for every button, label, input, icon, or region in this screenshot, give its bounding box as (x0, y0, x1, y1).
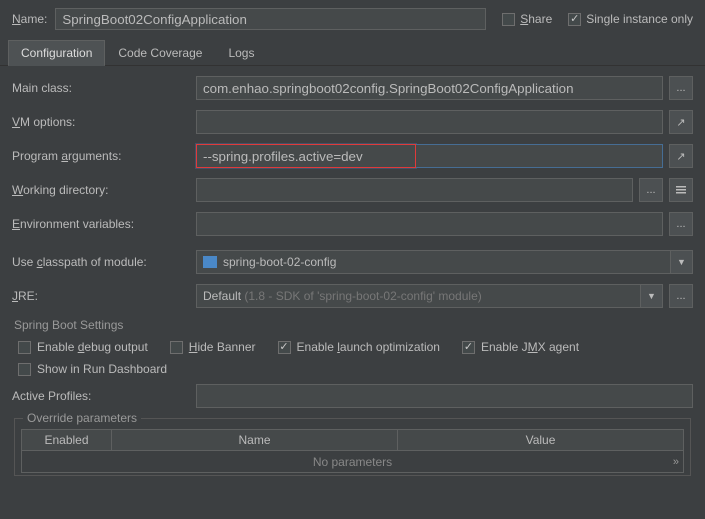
env-vars-browse-button[interactable]: ... (669, 212, 693, 236)
jre-row: JRE: Default (1.8 - SDK of 'spring-boot-… (12, 284, 693, 308)
header-row: Name: Share Single instance only (0, 0, 705, 40)
classpath-label: Use classpath of module: (12, 255, 190, 269)
working-dir-row: Working directory: ... (12, 178, 693, 202)
vm-options-row: VM options: ↗ (12, 110, 693, 134)
working-dir-list-button[interactable] (669, 178, 693, 202)
jre-dropdown[interactable]: Default (1.8 - SDK of 'spring-boot-02-co… (196, 284, 663, 308)
active-profiles-label: Active Profiles: (12, 389, 190, 403)
single-instance-label: Single instance only (586, 12, 693, 26)
dashboard-checkbox-item[interactable]: Show in Run Dashboard (18, 362, 167, 376)
launch-opt-checkbox[interactable] (278, 341, 291, 354)
classpath-row: Use classpath of module: spring-boot-02-… (12, 250, 693, 274)
program-args-expand-button[interactable]: ↗ (669, 144, 693, 168)
main-class-input[interactable] (196, 76, 663, 100)
enable-debug-checkbox-item[interactable]: Enable debug output (18, 340, 148, 354)
no-parameters-text: No parameters (313, 455, 392, 469)
name-label: Name: (12, 12, 47, 26)
share-label: Share (520, 12, 552, 26)
jre-browse-button[interactable]: ... (669, 284, 693, 308)
tab-code-coverage[interactable]: Code Coverage (105, 40, 215, 65)
name-input[interactable] (55, 8, 486, 30)
tab-bar: Configuration Code Coverage Logs (0, 40, 705, 66)
jre-value-prefix: Default (203, 289, 241, 303)
spring-checkbox-row-2: Show in Run Dashboard (12, 362, 693, 376)
vm-options-input[interactable] (196, 110, 663, 134)
env-vars-label: Environment variables: (12, 217, 190, 231)
col-value[interactable]: Value (398, 430, 683, 450)
classpath-value: spring-boot-02-config (223, 255, 336, 269)
module-icon (203, 256, 217, 268)
share-checkbox-group[interactable]: Share (502, 12, 552, 26)
jmx-checkbox-item[interactable]: Enable JMX agent (462, 340, 579, 354)
jre-value-suffix: (1.8 - SDK of 'spring-boot-02-config' mo… (244, 289, 481, 303)
classpath-dropdown[interactable]: spring-boot-02-config ▼ (196, 250, 693, 274)
override-parameters-box: Override parameters Enabled Name Value N… (14, 418, 691, 476)
program-args-label: Program arguments: (12, 149, 190, 163)
main-class-row: Main class: ... (12, 76, 693, 100)
chevron-down-icon: ▼ (670, 251, 692, 273)
jre-label: JRE: (12, 289, 190, 303)
env-vars-row: Environment variables: ... (12, 212, 693, 236)
vm-options-label: VM options: (12, 115, 190, 129)
env-vars-input[interactable] (196, 212, 663, 236)
working-dir-browse-button[interactable]: ... (639, 178, 663, 202)
working-dir-label: Working directory: (12, 183, 190, 197)
tab-logs[interactable]: Logs (215, 40, 267, 65)
override-table-header: Enabled Name Value (21, 429, 684, 451)
hide-banner-checkbox-item[interactable]: Hide Banner (170, 340, 256, 354)
active-profiles-row: Active Profiles: (12, 384, 693, 408)
spring-settings-title: Spring Boot Settings (14, 318, 693, 332)
launch-opt-checkbox-item[interactable]: Enable launch optimization (278, 340, 440, 354)
enable-debug-checkbox[interactable] (18, 341, 31, 354)
working-dir-input[interactable] (196, 178, 633, 202)
expand-icon[interactable]: » (673, 456, 679, 468)
list-icon (675, 184, 687, 196)
program-args-row: Program arguments: ↗ (12, 144, 693, 168)
hide-banner-checkbox[interactable] (170, 341, 183, 354)
jmx-checkbox[interactable] (462, 341, 475, 354)
vm-options-expand-button[interactable]: ↗ (669, 110, 693, 134)
spring-checkbox-row-1: Enable debug output Hide Banner Enable l… (12, 340, 693, 354)
col-name[interactable]: Name (112, 430, 398, 450)
dashboard-checkbox[interactable] (18, 363, 31, 376)
main-class-label: Main class: (12, 81, 190, 95)
override-title: Override parameters (23, 411, 141, 425)
share-checkbox[interactable] (502, 13, 515, 26)
program-args-input-ext[interactable] (416, 144, 663, 168)
main-class-browse-button[interactable]: ... (669, 76, 693, 100)
override-table-body: No parameters » (21, 451, 684, 473)
col-enabled[interactable]: Enabled (22, 430, 112, 450)
single-instance-checkbox[interactable] (568, 13, 581, 26)
tab-configuration[interactable]: Configuration (8, 40, 105, 66)
program-args-input[interactable] (196, 144, 416, 168)
config-panel: Main class: ... VM options: ↗ Program ar… (0, 66, 705, 482)
active-profiles-input[interactable] (196, 384, 693, 408)
chevron-down-icon: ▼ (640, 285, 662, 307)
single-instance-checkbox-group[interactable]: Single instance only (568, 12, 693, 26)
